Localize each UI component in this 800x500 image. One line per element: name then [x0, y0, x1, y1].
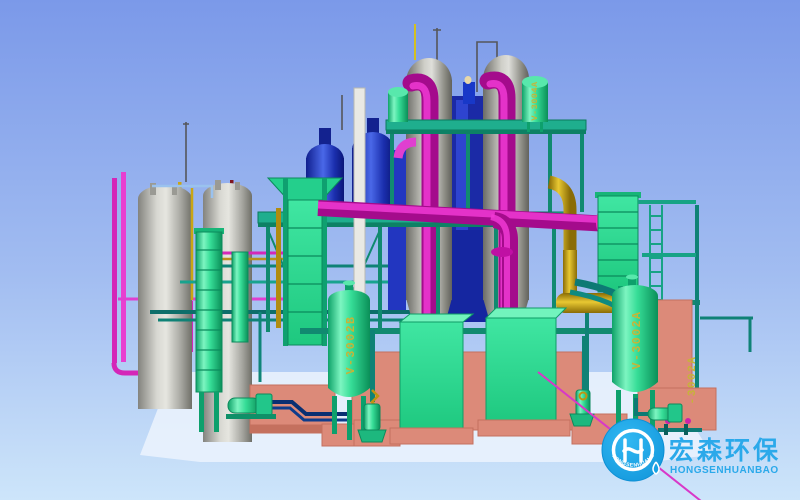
label-v3002b: V-3002B	[345, 316, 358, 375]
logo-droplet-icon	[653, 462, 659, 474]
green-box-tank-left	[390, 314, 473, 444]
pump-left-cluster	[226, 394, 276, 419]
label-v3004a: V-3004A	[530, 81, 540, 121]
plant-scene: V-3004A	[0, 0, 800, 500]
label-v3002a: V-3002A	[631, 311, 644, 370]
company-name-cn: 宏森环保	[669, 436, 781, 465]
company-name-en: HONGSENHUANBAO	[670, 465, 779, 476]
plant-3d-render: V-3004A	[0, 0, 800, 500]
small-green-tank	[388, 87, 408, 122]
label-callout-3002a: -3002A	[687, 356, 699, 405]
green-box-tank-right	[478, 308, 570, 436]
